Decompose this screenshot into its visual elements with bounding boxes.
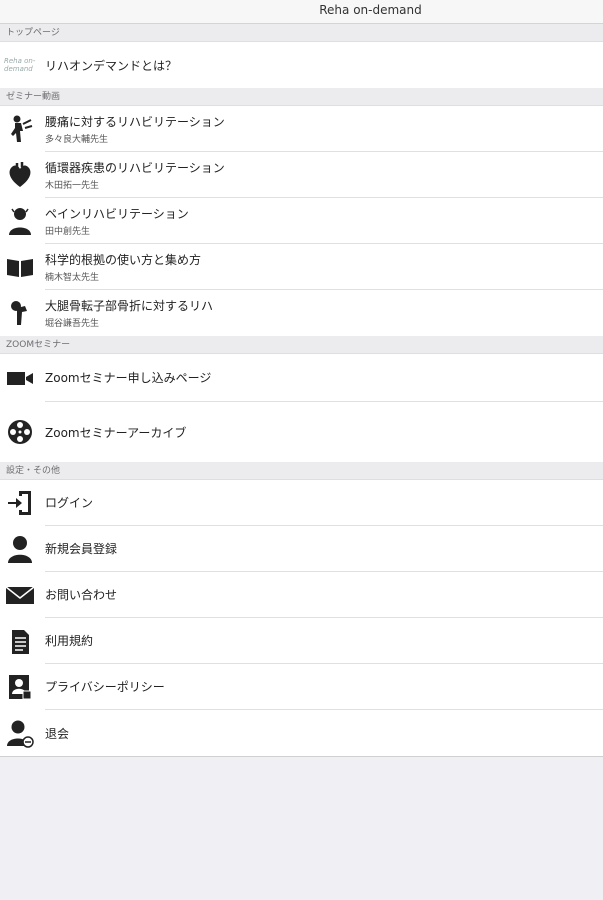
settings-group: ログイン 新規会員登録 お問い合わせ 利用規約 プライバシーポリシー 退会 xyxy=(0,480,603,756)
zoom-apply-label: Zoomセミナー申し込みページ xyxy=(45,371,212,385)
zoom-apply-row[interactable]: Zoomセミナー申し込みページ xyxy=(0,354,603,402)
reha-logo-icon: Reha on-demand xyxy=(4,49,36,81)
zoom-archive-label: Zoomセミナーアーカイブ xyxy=(45,425,187,440)
envelope-icon xyxy=(4,579,36,611)
seminar-lecturer: 多々良大輔先生 xyxy=(45,134,109,145)
seminar-title: ペインリハビリテーション xyxy=(45,206,189,221)
seminar-title: 腰痛に対するリハビリテーション xyxy=(45,114,225,129)
logo-text: Reha on-demand xyxy=(4,57,36,73)
zoom-archive-row[interactable]: Zoomセミナーアーカイブ xyxy=(0,402,603,462)
seminar-title: 大腿骨転子部骨折に対するリハ xyxy=(45,299,214,313)
login-door-icon xyxy=(4,487,36,519)
seminar-group: 腰痛に対するリハビリテーション 多々良大輔先生 循環器疾患のリハビリテーション … xyxy=(0,106,603,336)
terms-row[interactable]: 利用規約 xyxy=(0,618,603,664)
video-camera-icon xyxy=(4,362,36,394)
contact-label: お問い合わせ xyxy=(45,588,118,602)
app-title: Reha on-demand xyxy=(319,3,422,17)
film-reel-icon xyxy=(4,416,36,448)
back-pain-figure-icon xyxy=(4,113,36,145)
seminar-lecturer: 楠木智太先生 xyxy=(45,272,100,283)
section-header-seminar: ゼミナー動画 xyxy=(0,88,603,106)
femur-bone-icon xyxy=(4,297,36,329)
register-label: 新規会員登録 xyxy=(45,542,118,556)
heart-icon xyxy=(4,159,36,191)
withdraw-row[interactable]: 退会 xyxy=(0,710,603,756)
seminar-row-evidence[interactable]: 科学的根拠の使い方と集め方 楠木智太先生 xyxy=(0,244,603,290)
seminar-row-lumbar[interactable]: 腰痛に対するリハビリテーション 多々良大輔先生 xyxy=(0,106,603,152)
seminar-title: 循環器疾患のリハビリテーション xyxy=(45,160,225,175)
document-icon xyxy=(4,625,36,657)
terms-label: 利用規約 xyxy=(45,634,94,648)
seminar-row-femur[interactable]: 大腿骨転子部骨折に対するリハ 堀谷謙吾先生 xyxy=(0,290,603,336)
seminar-row-cardio[interactable]: 循環器疾患のリハビリテーション 木田拓一先生 xyxy=(0,152,603,198)
seminar-title: 科学的根拠の使い方と集め方 xyxy=(45,252,202,267)
nav-bar: Reha on-demand xyxy=(0,0,603,24)
withdraw-label: 退会 xyxy=(45,726,70,741)
login-row[interactable]: ログイン xyxy=(0,480,603,526)
privacy-row[interactable]: プライバシーポリシー xyxy=(0,664,603,710)
top-group: Reha on-demand リハオンデマンドとは？ xyxy=(0,42,603,88)
register-row[interactable]: 新規会員登録 xyxy=(0,526,603,572)
login-label: ログイン xyxy=(45,496,94,510)
about-reha-row[interactable]: Reha on-demand リハオンデマンドとは？ xyxy=(0,42,603,88)
contact-row[interactable]: お問い合わせ xyxy=(0,572,603,618)
person-pain-icon xyxy=(4,205,36,237)
open-book-icon xyxy=(4,251,36,283)
list-end-divider xyxy=(0,756,603,757)
seminar-lecturer: 木田拓一先生 xyxy=(45,180,100,191)
user-remove-icon xyxy=(4,717,36,749)
privacy-label: プライバシーポリシー xyxy=(45,680,165,694)
section-header-top: トップページ xyxy=(0,24,603,42)
privacy-id-icon xyxy=(4,671,36,703)
seminar-lecturer: 堀谷謙吾先生 xyxy=(45,319,100,329)
section-header-settings: 設定・その他 xyxy=(0,462,603,480)
about-reha-label: リハオンデマンドとは？ xyxy=(45,58,178,73)
zoom-group: Zoomセミナー申し込みページ Zoomセミナーアーカイブ xyxy=(0,354,603,462)
seminar-lecturer: 田中創先生 xyxy=(45,226,91,237)
section-header-zoom: ZOOMセミナー xyxy=(0,336,603,354)
user-icon xyxy=(4,533,36,565)
seminar-row-pain[interactable]: ペインリハビリテーション 田中創先生 xyxy=(0,198,603,244)
